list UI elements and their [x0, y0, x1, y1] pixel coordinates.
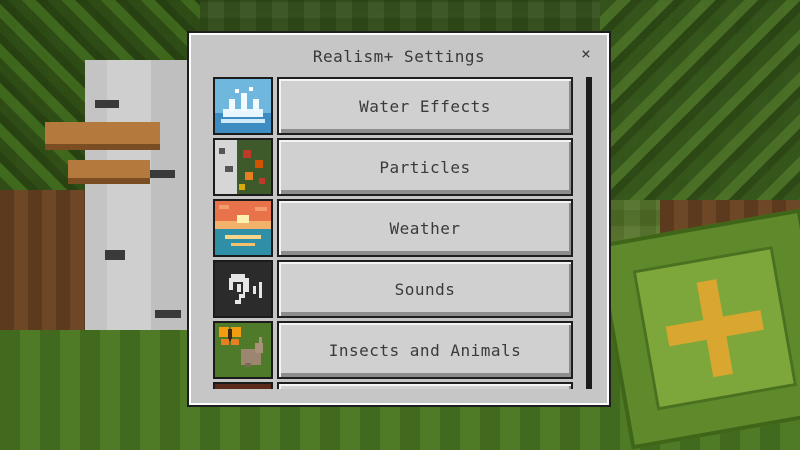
sunset-weather-icon	[213, 199, 273, 257]
dialog-title: Realism+ Settings	[312, 47, 486, 66]
partial-list-button[interactable]	[277, 382, 573, 389]
close-icon[interactable]: ×	[577, 45, 595, 63]
scrollbar[interactable]	[584, 77, 594, 389]
settings-dialog: Realism+ Settings × Water Effects Partic…	[187, 31, 611, 407]
list-item-partial	[210, 382, 574, 389]
list-item-sounds: Sounds	[210, 260, 574, 318]
partial-thumbnail	[213, 382, 273, 389]
tree-leaves-right	[600, 0, 800, 200]
water-effects-button[interactable]: Water Effects	[277, 77, 573, 135]
birch-tree-trunk	[85, 60, 195, 370]
butterfly-rabbit-icon	[213, 321, 273, 379]
particles-icon	[213, 138, 273, 196]
bracket-fungus-shelf	[68, 160, 150, 184]
insects-and-animals-button[interactable]: Insects and Animals	[277, 321, 573, 379]
ear-sound-icon	[213, 260, 273, 318]
particles-button[interactable]: Particles	[277, 138, 573, 196]
water-splash-icon	[213, 77, 273, 135]
settings-list[interactable]: Water Effects Particles Weather Sounds I…	[210, 77, 580, 389]
bracket-fungus-shelf	[45, 122, 160, 150]
weather-button[interactable]: Weather	[277, 199, 573, 257]
list-item-water-effects: Water Effects	[210, 77, 574, 135]
list-item-particles: Particles	[210, 138, 574, 196]
held-item-card	[595, 208, 800, 450]
scrollbar-thumb[interactable]	[586, 77, 592, 389]
sounds-button[interactable]: Sounds	[277, 260, 573, 318]
list-item-insects-and-animals: Insects and Animals	[210, 321, 574, 379]
list-item-weather: Weather	[210, 199, 574, 257]
